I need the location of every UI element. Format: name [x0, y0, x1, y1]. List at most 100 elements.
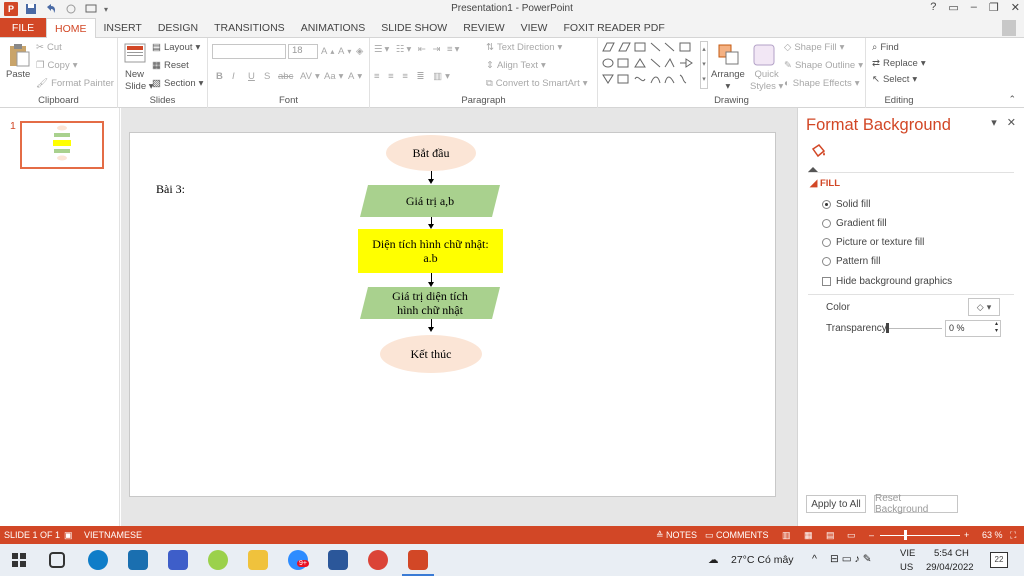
gradient-fill-radio[interactable] [822, 219, 831, 228]
hide-graphics-checkbox[interactable] [822, 277, 831, 286]
gradient-fill-option[interactable]: Gradient fill [822, 218, 887, 229]
mail-icon[interactable] [128, 550, 148, 570]
weather-icon[interactable]: ☁ [708, 554, 719, 566]
alignment-buttons[interactable]: ≡ ≡ ≡ ≣ ▥▾ [374, 71, 453, 82]
arrange-icon[interactable] [716, 42, 742, 68]
tab-home[interactable]: HOME [46, 18, 96, 39]
exercise-label[interactable]: Bài 3: [156, 181, 196, 197]
pattern-fill-radio[interactable] [822, 257, 831, 266]
notification-center-icon[interactable]: 22 [990, 552, 1008, 568]
zoom-out-button[interactable]: – [869, 530, 874, 540]
customize-qat-icon[interactable]: ▾ [104, 5, 108, 14]
start-slideshow-icon[interactable] [84, 2, 98, 16]
spinner-arrows-icon[interactable]: ▴ ▾ [995, 321, 998, 335]
fill-paint-bucket-icon[interactable] [809, 143, 827, 161]
normal-view-icon[interactable]: ▥ [782, 530, 791, 541]
shadow-button[interactable]: S [264, 71, 270, 82]
clear-formatting-button[interactable]: ◈ [356, 46, 363, 57]
spell-check-icon[interactable]: ▣ [64, 530, 73, 541]
bold-button[interactable]: B [216, 71, 223, 82]
tab-review[interactable]: REVIEW [455, 18, 512, 37]
flowchart-process-rect[interactable]: Diện tích hình chữ nhật: a.b [358, 229, 503, 273]
font-size-field[interactable]: 18 [288, 44, 318, 59]
italic-button[interactable]: I [232, 71, 235, 82]
reset-button[interactable]: ▦ Reset [152, 60, 189, 71]
reset-background-button[interactable]: Reset Background [874, 493, 958, 515]
transparency-spinner[interactable]: 0 % ▴ ▾ [945, 320, 1001, 337]
increase-font-button[interactable]: A ▴ [321, 46, 334, 57]
tab-transitions[interactable]: TRANSITIONS [206, 18, 293, 37]
replace-button[interactable]: ⇄ Replace ▾ [872, 58, 926, 69]
notes-button[interactable]: ≙ NOTES [656, 530, 697, 541]
slide-sorter-icon[interactable]: ▦ [804, 530, 813, 541]
shape-effects-button[interactable]: ◐ Shape Effects ▾ [784, 78, 860, 89]
shape-fill-button[interactable]: ◇ Shape Fill ▾ [784, 42, 844, 53]
account-avatar[interactable] [1002, 20, 1016, 36]
new-slide-button[interactable]: New Slide ▾ [125, 69, 154, 93]
shape-outline-button[interactable]: ✎ Shape Outline ▾ [784, 60, 863, 71]
strikethrough-button[interactable]: abc [278, 71, 293, 82]
quick-styles-button[interactable]: Quick Styles ▾ [750, 69, 783, 93]
language-line-2[interactable]: US [900, 562, 913, 573]
pattern-fill-option[interactable]: Pattern fill [822, 256, 880, 267]
tray-icons[interactable]: ⊟ ▭ ♪ ✎ [830, 553, 872, 565]
clock-time[interactable]: 5:54 CH [934, 548, 969, 559]
comments-button[interactable]: ▭ COMMENTS [705, 530, 769, 541]
language-line-1[interactable]: VIE [900, 548, 915, 559]
decrease-font-button[interactable]: A ▾ [338, 46, 351, 57]
layout-button[interactable]: ▤ Layout ▾ [152, 42, 200, 53]
fit-slide-icon[interactable]: ⛶ [1010, 530, 1016, 541]
reading-view-icon[interactable]: ▤ [826, 530, 835, 541]
restore-button[interactable]: ❐ [989, 1, 999, 14]
shapes-gallery-scroll[interactable]: ▴ ▾ ▾ [700, 41, 708, 89]
format-painter-button[interactable]: 🖌 Format Painter [36, 78, 114, 89]
change-case-button[interactable]: Aa ▾ [324, 71, 343, 82]
task-view-icon[interactable] [49, 552, 65, 568]
language-indicator[interactable]: VIETNAMESE [84, 530, 142, 540]
word-icon[interactable] [328, 550, 348, 570]
edge-browser-icon[interactable] [88, 550, 108, 570]
transparency-slider-thumb[interactable] [886, 323, 889, 333]
align-text-button[interactable]: ⇕ Align Text ▾ [486, 60, 546, 71]
paste-button[interactable]: Paste [6, 69, 30, 80]
ribbon-display-button[interactable]: ▭ [948, 1, 958, 14]
tab-insert[interactable]: INSERT [96, 18, 150, 37]
powerpoint-taskbar-icon[interactable] [408, 550, 428, 570]
minimize-button[interactable]: – [971, 1, 977, 14]
file-explorer-icon[interactable] [248, 550, 268, 570]
tab-design[interactable]: DESIGN [150, 18, 206, 37]
color-picker-button[interactable]: ◇ ▾ [968, 298, 1000, 316]
character-spacing-button[interactable]: AV ▾ [300, 71, 320, 82]
flowchart-start-oval[interactable]: Bắt đầu [386, 135, 476, 171]
picture-fill-radio[interactable] [822, 238, 831, 247]
collapse-ribbon-icon[interactable]: ⌃ [1008, 94, 1016, 105]
new-slide-icon[interactable] [124, 42, 146, 66]
windows-start-icon[interactable] [12, 553, 26, 567]
weather-text[interactable]: 27°C Có mây [731, 554, 794, 566]
tab-slide-show[interactable]: SLIDE SHOW [373, 18, 455, 37]
chrome-icon[interactable] [368, 550, 388, 570]
font-name-field[interactable] [212, 44, 286, 59]
tab-view[interactable]: VIEW [513, 18, 556, 37]
close-pane-icon[interactable]: ✕ [1007, 116, 1016, 129]
quick-styles-icon[interactable] [751, 42, 777, 68]
tab-animations[interactable]: ANIMATIONS [293, 18, 374, 37]
undo-icon[interactable] [44, 2, 58, 16]
zoom-slider-thumb[interactable] [904, 530, 908, 540]
convert-smartart-button[interactable]: ⧉ Convert to SmartArt ▾ [486, 78, 588, 89]
app-green-icon[interactable] [208, 550, 228, 570]
app-icon[interactable] [168, 550, 188, 570]
text-direction-button[interactable]: ⇅ Text Direction ▾ [486, 42, 562, 53]
transparency-slider-track[interactable] [886, 328, 942, 329]
solid-fill-option[interactable]: Solid fill [822, 199, 870, 210]
redo-icon[interactable] [64, 2, 78, 16]
tray-chevron-icon[interactable]: ^ [812, 553, 817, 565]
clock-date[interactable]: 29/04/2022 [926, 562, 974, 573]
zoom-slider-track[interactable] [880, 535, 960, 536]
find-button[interactable]: ⌕ Find [872, 42, 899, 53]
hide-background-graphics-option[interactable]: Hide background graphics [822, 276, 952, 287]
save-icon[interactable] [24, 2, 38, 16]
slide-canvas[interactable]: Bài 3: Bắt đầu Giá trị a,b Diện tích hìn… [129, 132, 776, 497]
pane-options-icon[interactable]: ▾ [991, 116, 997, 129]
slideshow-view-icon[interactable]: ▭ [847, 530, 856, 541]
